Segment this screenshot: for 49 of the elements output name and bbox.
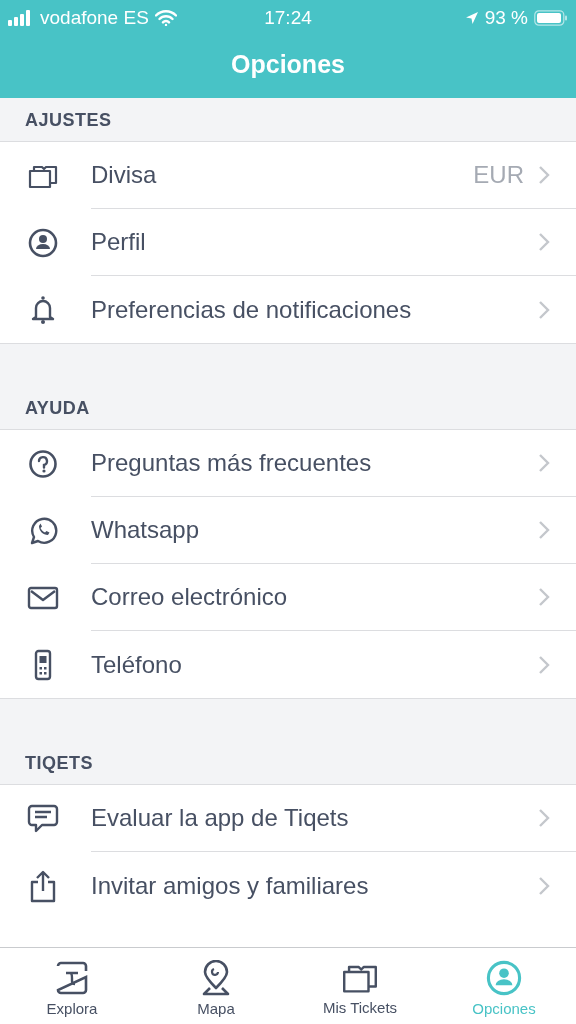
chevron-icon: [538, 165, 550, 185]
profile-icon: [486, 959, 522, 996]
tab-bar-item[interactable]: Explora: [0, 948, 144, 1024]
bell-icon: [29, 294, 56, 325]
row-label: Perfil: [91, 228, 147, 256]
chevron-icon: [538, 587, 550, 607]
row-label: Divisa: [91, 161, 158, 189]
section-header: TIQETS: [25, 753, 93, 774]
map-pin-icon: [200, 959, 232, 996]
status-time: 17:24: [264, 7, 312, 29]
settings-row[interactable]: Teléfono: [0, 631, 576, 698]
chevron-icon: [538, 654, 550, 675]
row-value: EUR: [473, 161, 524, 189]
settings-row[interactable]: Correo electrónico: [0, 564, 576, 631]
tab-bar-item[interactable]: Mapa: [144, 948, 288, 1024]
wifi-icon: [154, 10, 177, 26]
row-label: Evaluar la app de Tiqets: [91, 804, 350, 832]
tab-bar-item[interactable]: Mis Tickets: [288, 948, 432, 1024]
question-icon: [27, 448, 58, 479]
settings-row[interactable]: Preferencias de notificaciones: [0, 276, 576, 343]
settings-row[interactable]: Invitar amigos y familiares: [0, 852, 576, 919]
chevron-icon: [538, 520, 550, 540]
row-label: Invitar amigos y familiares: [91, 871, 370, 900]
share-icon: [28, 868, 57, 903]
section-header: AYUDA: [25, 398, 90, 419]
speech-bubble-icon: [26, 802, 59, 835]
carrier-name: vodafone ES: [40, 7, 149, 29]
chevron-icon: [538, 875, 550, 896]
battery-percentage: 93 %: [484, 7, 528, 29]
row-label: Preferencias de notificaciones: [91, 295, 413, 324]
settings-row[interactable]: Whatsapp: [0, 497, 576, 564]
envelope-icon: [26, 584, 59, 611]
row-label: Whatsapp: [91, 516, 201, 544]
section-header: AJUSTES: [25, 110, 112, 131]
row-label: Correo electrónico: [91, 583, 289, 611]
chevron-icon: [538, 232, 550, 252]
battery-icon: [534, 10, 568, 26]
settings-row[interactable]: Preguntas más frecuentes: [0, 430, 576, 497]
row-label: Teléfono: [91, 650, 183, 679]
location-arrow-icon: [464, 11, 479, 25]
chevron-icon: [538, 299, 550, 320]
row-label: Preguntas más frecuentes: [91, 449, 373, 477]
settings-row[interactable]: Divisa EUR: [0, 142, 576, 209]
profile-icon: [27, 227, 58, 258]
screen-title: Opciones: [230, 49, 346, 80]
chevron-icon: [538, 453, 550, 473]
settings-row[interactable]: Perfil: [0, 209, 576, 276]
chevron-icon: [538, 808, 550, 828]
settings-row[interactable]: Evaluar la app de Tiqets: [0, 785, 576, 852]
